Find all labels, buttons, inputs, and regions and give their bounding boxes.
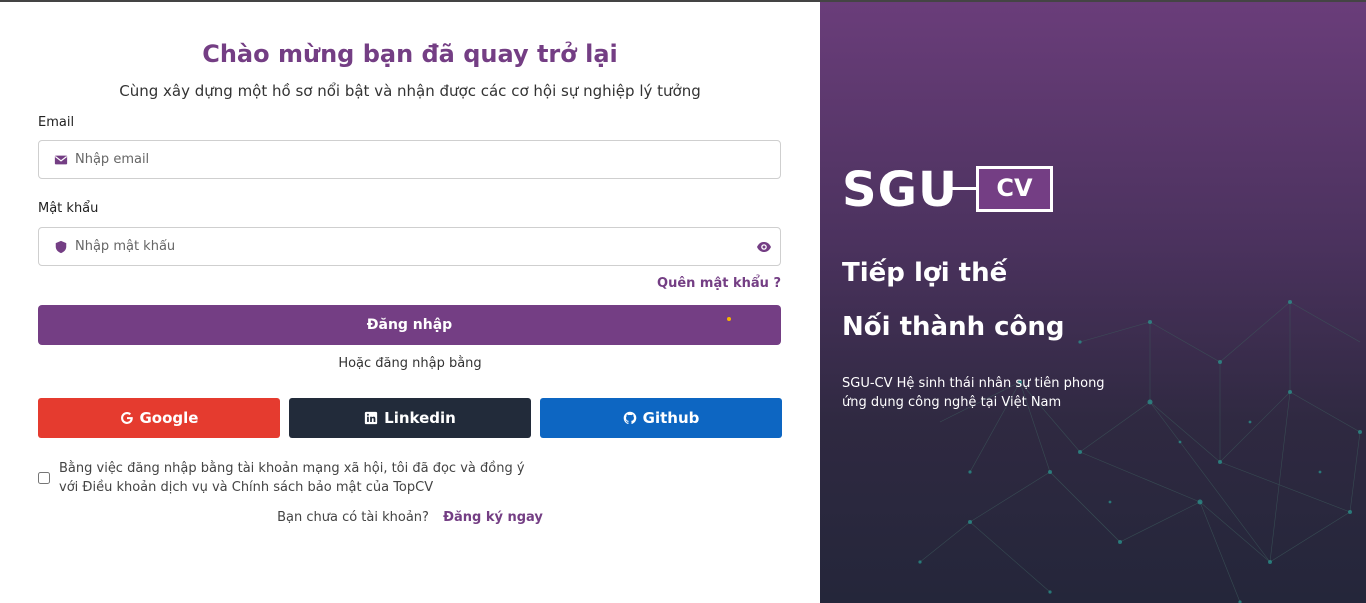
brand-description: SGU-CV Hệ sinh thái nhân sự tiên phong ứ… xyxy=(842,376,1105,410)
signup-row: Bạn chưa có tài khoản? Đăng ký ngay xyxy=(0,510,820,525)
email-input[interactable] xyxy=(75,141,755,178)
eye-icon[interactable] xyxy=(756,239,772,255)
page-subtitle: Cùng xây dựng một hồ sơ nổi bật và nhận … xyxy=(119,82,701,100)
github-login-button[interactable]: Github xyxy=(540,398,782,438)
decorative-dot xyxy=(727,317,731,321)
or-divider-text: Hoặc đăng nhập bằng xyxy=(338,356,482,371)
login-button[interactable]: Đăng nhập xyxy=(38,305,781,345)
slogan-line-1: Tiếp lợi thế xyxy=(842,258,1008,288)
password-label: Mật khẩu xyxy=(38,201,99,216)
logo-connector xyxy=(952,187,976,190)
github-icon xyxy=(623,411,636,424)
password-input[interactable] xyxy=(75,228,755,265)
google-login-button[interactable]: Google xyxy=(38,398,280,438)
terms-text: Bằng việc đăng nhập bằng tài khoản mạng … xyxy=(59,461,525,495)
github-label: Github xyxy=(642,409,700,427)
envelope-icon xyxy=(54,155,68,165)
signup-link[interactable]: Đăng ký ngay xyxy=(443,510,543,525)
terms-row: Bằng việc đăng nhập bằng tài khoản mạng … xyxy=(38,459,539,497)
google-icon xyxy=(120,412,133,424)
page-title: Chào mừng bạn đã quay trở lại xyxy=(202,40,618,68)
brand-panel: SGU CV Tiếp lợi thế Nối thành công SGU-C… xyxy=(820,2,1366,603)
linkedin-icon xyxy=(365,411,378,425)
signup-prompt: Bạn chưa có tài khoản? xyxy=(277,510,429,525)
logo-cv-box: CV xyxy=(976,166,1053,212)
linkedin-login-button[interactable]: Linkedin xyxy=(289,398,531,438)
network-background xyxy=(918,300,1362,603)
password-field-wrapper xyxy=(38,227,781,266)
email-label: Email xyxy=(38,115,75,130)
login-panel: Chào mừng bạn đã quay trở lại Cùng xây d… xyxy=(0,2,820,603)
linkedin-label: Linkedin xyxy=(384,409,456,427)
shield-icon xyxy=(55,240,67,254)
forgot-password-link[interactable]: Quên mật khẩu ? xyxy=(657,276,781,291)
terms-checkbox[interactable] xyxy=(38,472,50,484)
email-field-wrapper xyxy=(38,140,781,179)
slogan-line-2: Nối thành công xyxy=(842,312,1065,342)
logo-sgu-text: SGU xyxy=(842,162,958,218)
google-label: Google xyxy=(139,409,199,427)
